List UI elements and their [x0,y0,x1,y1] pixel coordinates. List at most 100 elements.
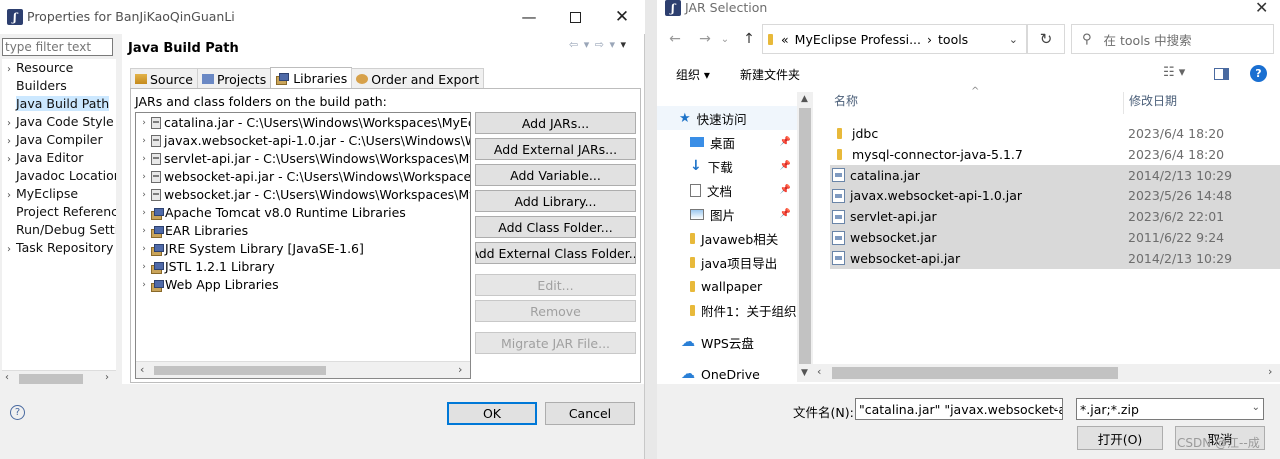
chevron-down-icon[interactable]: ⌄ [1009,33,1018,46]
preview-pane-icon[interactable] [1214,68,1229,80]
breadcrumb-current[interactable]: tools [938,32,968,47]
scroll-left-icon[interactable]: ‹ [817,365,821,378]
expand-icon[interactable]: › [138,240,150,258]
history-nav-icons[interactable]: ⇦ ▾ ⇨ ▾ ▾ [569,38,627,51]
nav-item[interactable]: › Java Code Style [2,113,116,131]
expand-icon[interactable]: › [138,132,150,150]
library-tree[interactable]: › catalina.jar - C:\Users\Windows\Workspa… [135,112,471,379]
library-row[interactable]: › catalina.jar - C:\Users\Windows\Workspa… [138,114,470,132]
migrate-jar-button[interactable]: Migrate JAR File... [475,332,636,354]
expand-icon[interactable]: › [138,276,150,294]
chevron-down-icon[interactable]: ⌄ [1051,402,1059,413]
library-row[interactable]: › websocket.jar - C:\Users\Windows\Worksp… [138,186,470,204]
new-folder-button[interactable]: 新建文件夹 [740,66,800,83]
search-box[interactable]: ⚲ 在 tools 中搜索 [1071,24,1274,54]
expand-icon[interactable]: › [138,204,150,222]
nav-item[interactable]: Project References [2,203,116,221]
file-row[interactable]: servlet-api.jar 2023/6/2 22:01 [830,206,1280,228]
address-bar[interactable]: « MyEclipse Professi... › tools ⌄ [762,24,1027,54]
expand-icon[interactable]: › [2,241,16,259]
nav-item[interactable]: Java Build Path [2,95,116,113]
edit-button[interactable]: Edit... [475,274,636,296]
breadcrumb-separator[interactable]: › [927,32,932,47]
add-variable-button[interactable]: Add Variable... [475,164,636,186]
column-name[interactable]: 名称 [834,92,858,114]
organize-menu[interactable]: 组织 ▾ [676,66,710,83]
file-horizontal-scrollbar[interactable]: ‹ › [813,364,1280,382]
expand-icon[interactable]: › [138,114,150,132]
file-row[interactable]: websocket.jar 2011/6/22 9:24 [830,227,1280,248]
add-external-class-folder-button[interactable]: Add External Class Folder... [475,242,636,264]
scroll-up-icon[interactable]: ▲ [801,94,808,104]
expand-icon[interactable]: › [138,258,150,276]
nav-pane-item[interactable]: wallpaper [657,274,797,298]
back-icon[interactable]: ← [663,28,687,50]
library-row[interactable]: › JRE System Library [JavaSE-1.6] [138,240,470,258]
expand-icon[interactable]: › [138,150,150,168]
nav-item[interactable]: Javadoc Location [2,167,116,185]
library-row[interactable]: › Web App Libraries [138,276,470,294]
recent-dropdown-icon[interactable]: ⌄ [713,28,737,50]
file-row[interactable]: javax.websocket-api-1.0.jar 2023/5/26 14:… [830,185,1280,207]
open-button[interactable]: 打开(O) [1077,426,1163,450]
ok-button[interactable]: OK [447,402,537,425]
filter-input[interactable] [2,38,113,56]
add-library-button[interactable]: Add Library... [475,190,636,212]
view-options-icon[interactable]: ☷ ▾ [1163,65,1185,80]
nav-item[interactable]: › Java Compiler [2,131,116,149]
filename-input[interactable]: "catalina.jar" "javax.websocket-ap ⌄ [855,398,1063,420]
file-row[interactable]: websocket-api.jar 2014/2/13 10:29 [830,247,1280,269]
library-row[interactable]: › servlet-api.jar - C:\Users\Windows\Work… [138,150,470,168]
nav-item[interactable]: › MyEclipse [2,185,116,203]
library-row[interactable]: › websocket-api.jar - C:\Users\Windows\Wo… [138,168,470,186]
expand-icon[interactable]: › [138,186,150,204]
file-row[interactable]: catalina.jar 2014/2/13 10:29 [830,164,1280,186]
close-icon[interactable]: ✕ [1255,0,1268,17]
scroll-right-icon[interactable]: › [105,372,109,383]
help-icon[interactable]: ? [10,405,25,420]
breadcrumb-parent[interactable]: MyEclipse Professi... [795,32,921,47]
library-scroll-thumb[interactable] [154,366,326,375]
add-external-jars-button[interactable]: Add External JARs... [475,138,636,160]
scroll-right-icon[interactable]: › [458,363,462,376]
tab-order-export[interactable]: Order and Export [351,68,485,89]
file-scroll-thumb[interactable] [832,367,1118,379]
help-icon[interactable]: ? [1250,65,1267,82]
library-horizontal-scrollbar[interactable]: ‹ › [136,361,470,378]
minimize-icon[interactable]: — [506,0,552,34]
add-class-folder-button[interactable]: Add Class Folder... [475,216,636,238]
chevron-down-icon[interactable]: ⌄ [1252,402,1260,413]
column-divider[interactable] [1123,92,1124,114]
scroll-down-icon[interactable]: ▼ [801,368,808,378]
nav-pane-item[interactable]: ☁ WPS云盘 [657,330,797,354]
nav-item[interactable]: › Resource [2,59,116,77]
maximize-icon[interactable] [552,0,598,34]
nav-scroll-thumb[interactable] [19,374,83,384]
scroll-right-icon[interactable]: › [1268,365,1272,378]
add-jars-button[interactable]: Add JARs... [475,112,636,134]
nav-item[interactable]: Builders [2,77,116,95]
breadcrumb-overflow[interactable]: « [781,32,789,47]
nav-item[interactable]: › Java Editor [2,149,116,167]
expand-icon[interactable]: › [138,168,150,186]
tab-libraries[interactable]: Libraries [270,67,353,89]
file-type-select[interactable]: *.jar;*.zip ⌄ [1076,398,1264,420]
scroll-left-icon[interactable]: ‹ [5,372,9,383]
up-icon[interactable]: ↑ [737,28,761,50]
file-row[interactable]: jdbc 2023/6/4 18:20 [830,123,1280,144]
library-row[interactable]: › javax.websocket-api-1.0.jar - C:\Users\… [138,132,470,150]
refresh-icon[interactable]: ↻ [1027,24,1065,54]
cancel-button[interactable]: Cancel [545,402,635,425]
tab-projects[interactable]: Projects [196,68,272,89]
tab-source[interactable]: Source [130,68,198,89]
library-row[interactable]: › Apache Tomcat v8.0 Runtime Libraries [138,204,470,222]
column-modified[interactable]: 修改日期 [1129,92,1177,114]
close-icon[interactable]: ✕ [599,0,645,34]
nav-pane-item[interactable]: 附件1：关于组织 [657,298,797,322]
remove-button[interactable]: Remove [475,300,636,322]
library-row[interactable]: › EAR Libraries [138,222,470,240]
nav-item[interactable]: Run/Debug Settings [2,221,116,239]
nav-item[interactable]: › Task Repository [2,239,116,257]
library-row[interactable]: › JSTL 1.2.1 Library [138,258,470,276]
scroll-left-icon[interactable]: ‹ [140,363,144,376]
